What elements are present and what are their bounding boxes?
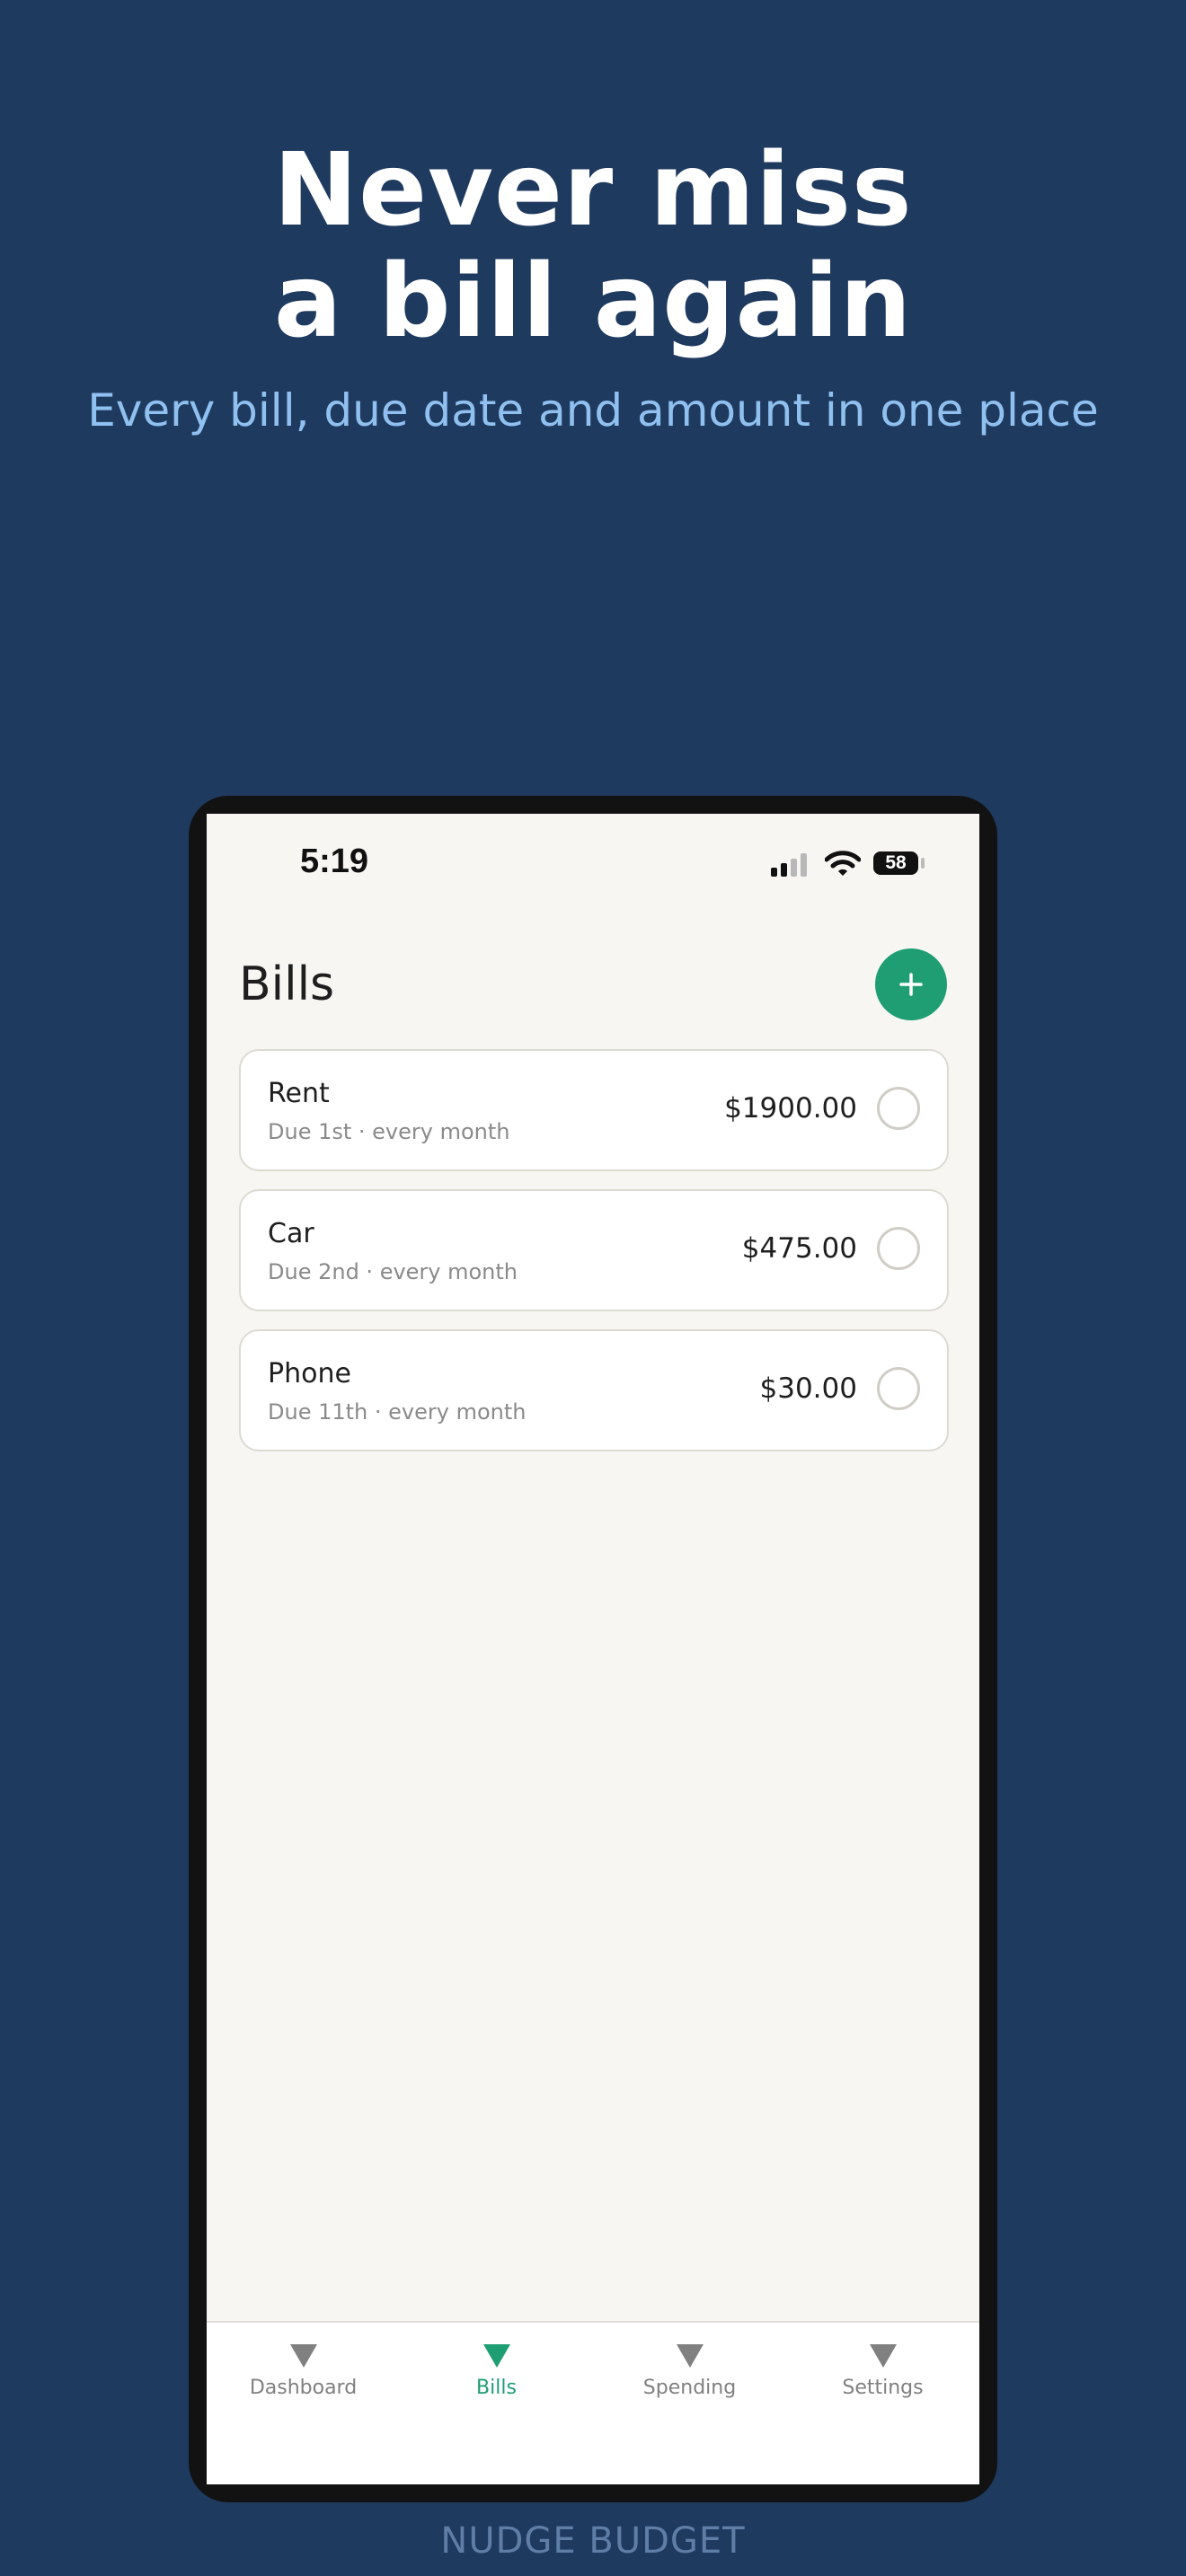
tab-dashboard[interactable]: Dashboard xyxy=(207,2344,400,2399)
brand-name: NUDGE BUDGET xyxy=(440,2520,746,2562)
bill-card-car[interactable]: Car Due 2nd · every month $475.00 xyxy=(239,1189,949,1311)
bill-due: Due 11th · every month xyxy=(268,1399,527,1425)
signal-icon xyxy=(771,853,807,877)
bill-name: Rent xyxy=(268,1078,330,1109)
tab-settings[interactable]: Settings xyxy=(786,2344,979,2399)
tab-bar: Dashboard Bills Spending Settings xyxy=(207,2321,979,2484)
bill-due: Due 1st · every month xyxy=(268,1119,510,1144)
bill-amount: $30.00 xyxy=(759,1372,857,1405)
tab-label: Settings xyxy=(842,2377,924,2399)
promo-subheadline: Every bill, due date and amount in one p… xyxy=(87,384,1099,437)
bill-name: Phone xyxy=(268,1358,351,1389)
battery-nub xyxy=(921,858,925,869)
wifi-icon xyxy=(825,851,861,876)
promo-headline: Never miss a bill again xyxy=(0,135,1186,357)
bill-amount: $1900.00 xyxy=(724,1092,857,1125)
tab-label: Bills xyxy=(476,2377,517,2399)
triangle-down-icon xyxy=(289,2344,317,2368)
tab-bills[interactable]: Bills xyxy=(400,2344,593,2399)
bill-amount: $475.00 xyxy=(741,1232,857,1265)
plus-icon xyxy=(899,973,923,996)
bill-name: Car xyxy=(268,1218,314,1249)
triangle-down-icon xyxy=(676,2344,704,2368)
app-screen: 5:19 58 Bills Rent Due 1st · every month… xyxy=(207,814,979,2484)
tab-spending[interactable]: Spending xyxy=(593,2344,786,2399)
triangle-down-icon xyxy=(482,2344,510,2368)
add-bill-button[interactable] xyxy=(875,948,947,1020)
tab-label: Dashboard xyxy=(249,2377,358,2399)
triangle-down-icon xyxy=(869,2344,897,2368)
bill-due: Due 2nd · every month xyxy=(268,1259,518,1284)
headline-line-2: a bill again xyxy=(273,243,913,360)
status-bar: 5:19 58 xyxy=(207,814,979,913)
mark-paid-checkbox[interactable] xyxy=(877,1087,920,1130)
tab-label: Spending xyxy=(642,2377,737,2399)
mark-paid-checkbox[interactable] xyxy=(877,1367,920,1410)
mark-paid-checkbox[interactable] xyxy=(877,1227,920,1270)
battery-icon: 58 xyxy=(873,851,918,875)
page-title: Bills xyxy=(239,957,335,1011)
bill-card-phone[interactable]: Phone Due 11th · every month $30.00 xyxy=(239,1329,949,1451)
headline-line-1: Never miss xyxy=(273,132,913,249)
phone-frame: 5:19 58 Bills Rent Due 1st · every month… xyxy=(189,796,997,2502)
bill-card-rent[interactable]: Rent Due 1st · every month $1900.00 xyxy=(239,1049,949,1171)
status-time: 5:19 xyxy=(300,842,369,880)
bill-list: Rent Due 1st · every month $1900.00 Car … xyxy=(239,1049,949,1469)
